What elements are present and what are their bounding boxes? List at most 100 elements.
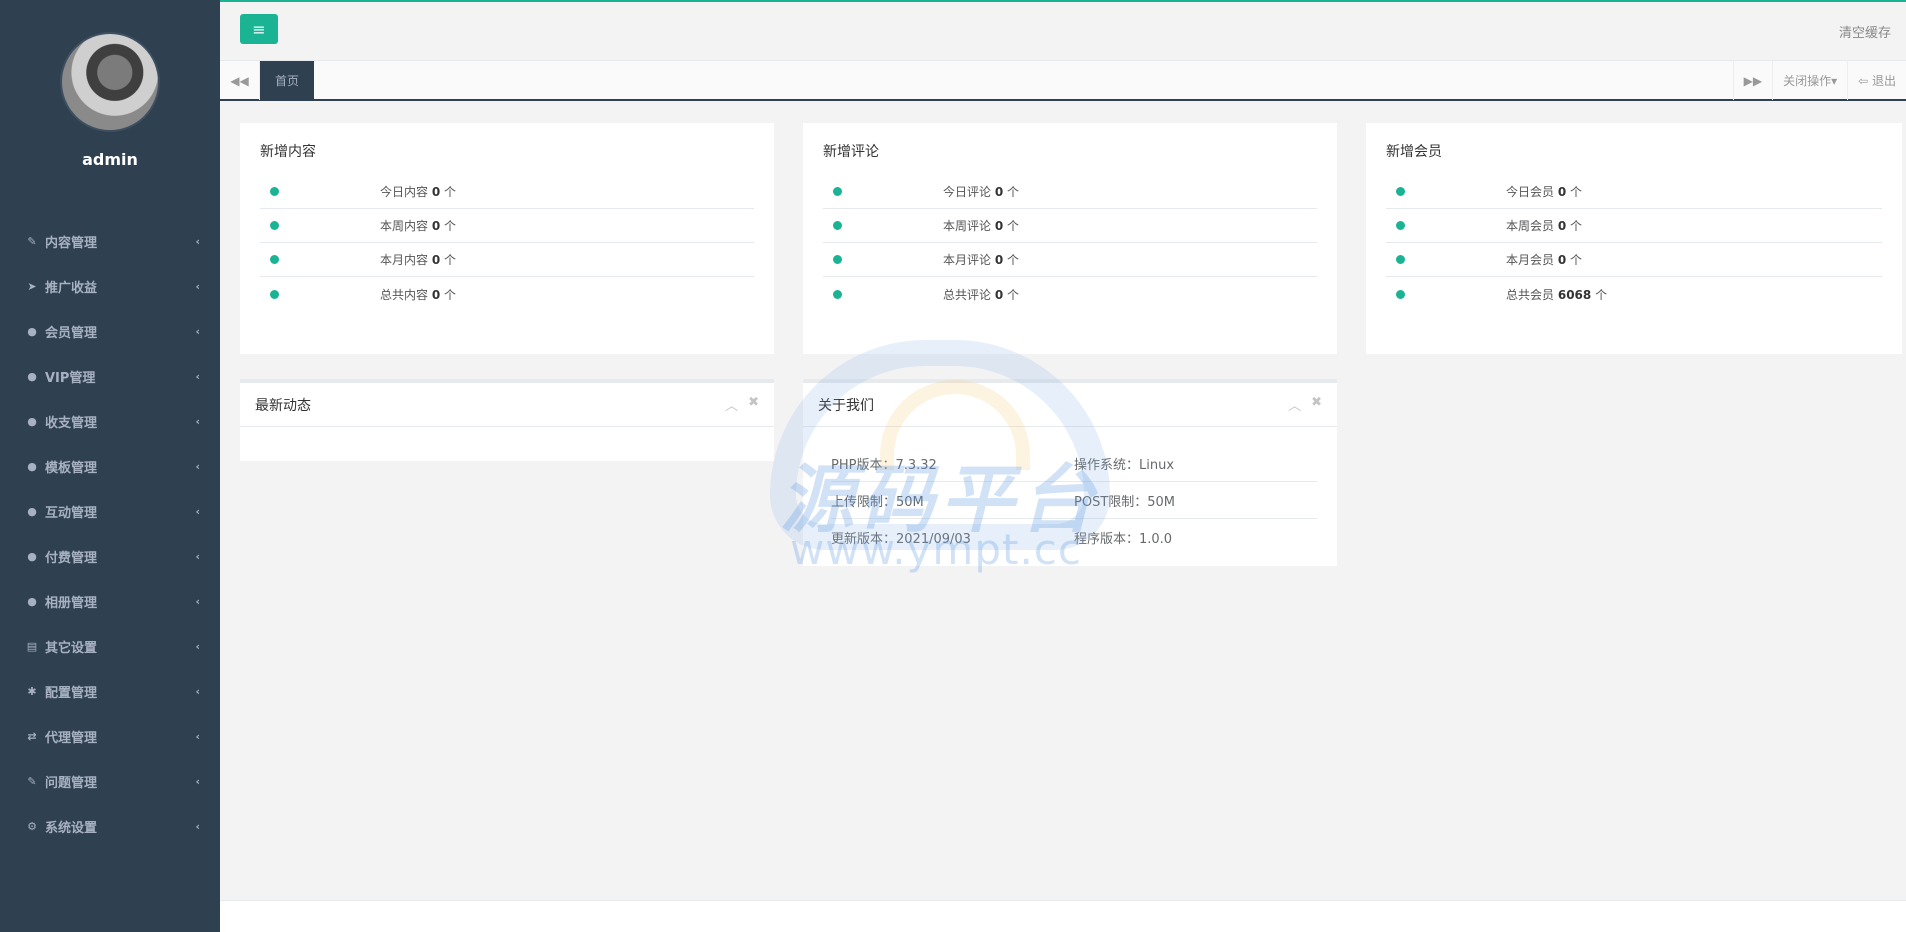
status-dot-icon: [270, 289, 279, 299]
chevron-left-icon: ‹: [195, 370, 200, 383]
clear-cache-link[interactable]: 清空缓存: [1839, 22, 1891, 41]
stat-row: 本周内容 0 个: [260, 209, 754, 243]
sidebar-item-label: 内容管理: [45, 236, 98, 251]
stat-label: 总共会员: [1506, 287, 1555, 302]
stat-label: 本周内容: [380, 219, 429, 233]
stat-value: 0: [1557, 219, 1567, 233]
chevron-left-icon: ‹: [195, 640, 200, 653]
edit-icon: ✎: [27, 235, 37, 248]
edit-icon: ✎: [27, 775, 37, 788]
stat-unit: 个: [444, 185, 457, 199]
about-panel-header: 关于我们 ︿ ✖: [803, 383, 1337, 427]
activity-panel-body: [240, 427, 774, 461]
stat-box-title: 新增会员: [1386, 144, 1442, 160]
stat-text: 总共内容 0 个: [380, 286, 456, 303]
status-dot-icon: [270, 221, 279, 230]
stat-text: 今日内容 0 个: [380, 183, 456, 200]
stat-value: 0: [994, 185, 1004, 199]
sidebar-item-label: 模板管理: [45, 461, 98, 476]
user-icon: ●: [27, 460, 37, 473]
chevron-up-icon[interactable]: ︿: [1288, 395, 1301, 414]
sidebar-item-0[interactable]: ✎ 内容管理 ‹: [0, 219, 220, 264]
stat-text: 本周评论 0 个: [943, 217, 1019, 234]
about-info-left: 上传限制：50M: [831, 494, 924, 510]
tab-scroll-left-button[interactable]: ◀◀: [220, 61, 260, 100]
sidebar-item-label: VIP管理: [45, 371, 96, 386]
sidebar-item-1[interactable]: ➤ 推广收益 ‹: [0, 264, 220, 309]
stat-row: 今日内容 0 个: [260, 175, 754, 209]
stat-unit: 个: [1595, 287, 1608, 302]
about-info-left: PHP版本：7.3.32: [831, 457, 937, 473]
footer: [220, 900, 1906, 932]
profile: admin: [0, 0, 220, 169]
stat-value: 6068: [1557, 287, 1592, 302]
status-dot-icon: [1396, 221, 1405, 230]
stat-label: 今日内容: [380, 185, 429, 199]
tab-home[interactable]: 首页: [260, 61, 315, 100]
sidebar-item-label: 互动管理: [45, 506, 98, 521]
stat-unit: 个: [1007, 219, 1020, 233]
sidebar-item-10[interactable]: ✱ 配置管理 ‹: [0, 669, 220, 714]
chevron-up-icon[interactable]: ︿: [725, 395, 738, 414]
stat-box-1: 新增评论 今日评论 0 个本周评论 0 个本月评论 0 个总共评论 0 个: [803, 123, 1337, 354]
user-icon: ●: [27, 370, 37, 383]
close-icon[interactable]: ✖: [1311, 395, 1322, 414]
status-dot-icon: [833, 187, 842, 196]
profile-username[interactable]: admin: [0, 150, 220, 169]
menu-toggle-button[interactable]: ≡: [240, 14, 278, 44]
stat-unit: 个: [1570, 185, 1583, 199]
top-bar: ≡ 清空缓存: [220, 0, 1906, 60]
stat-label: 今日评论: [943, 185, 992, 199]
logout-button[interactable]: ⇦ 退出: [1847, 61, 1906, 100]
avatar[interactable]: [60, 32, 160, 132]
stat-unit: 个: [444, 287, 457, 302]
stat-label: 本月评论: [943, 253, 992, 267]
sidebar-item-9[interactable]: ▤ 其它设置 ‹: [0, 624, 220, 669]
sidebar-item-label: 配置管理: [45, 686, 98, 701]
stat-text: 本月会员 0 个: [1506, 251, 1582, 268]
sidebar-item-6[interactable]: ● 互动管理 ‹: [0, 489, 220, 534]
close-operations-dropdown[interactable]: 关闭操作▾: [1772, 61, 1847, 100]
stat-row: 本月评论 0 个: [823, 243, 1317, 277]
sidebar-item-3[interactable]: ● VIP管理 ‹: [0, 354, 220, 399]
sidebar-item-12[interactable]: ✎ 问题管理 ‹: [0, 759, 220, 804]
status-dot-icon: [833, 221, 842, 230]
stat-unit: 个: [1570, 219, 1583, 233]
status-dot-icon: [270, 187, 279, 196]
backward-icon: ◀◀: [230, 73, 249, 88]
stat-row: 本月内容 0 个: [260, 243, 754, 277]
about-row: PHP版本：7.3.32 操作系统：Linux: [831, 445, 1317, 482]
chevron-left-icon: ‹: [195, 415, 200, 428]
chevron-left-icon: ‹: [195, 595, 200, 608]
sidebar-item-4[interactable]: ● 收支管理 ‹: [0, 399, 220, 444]
forward-icon: ▶▶: [1743, 73, 1763, 88]
about-panel-title: 关于我们: [818, 397, 874, 414]
stat-label: 今日会员: [1506, 185, 1555, 199]
sidebar-item-8[interactable]: ● 相册管理 ‹: [0, 579, 220, 624]
sidebar-item-5[interactable]: ● 模板管理 ‹: [0, 444, 220, 489]
stat-unit: 个: [444, 219, 457, 233]
chevron-left-icon: ‹: [195, 730, 200, 743]
stat-label: 本周会员: [1506, 219, 1555, 233]
sidebar-item-13[interactable]: ⚙ 系统设置 ‹: [0, 804, 220, 849]
chevron-left-icon: ‹: [195, 325, 200, 338]
sidebar-item-label: 收支管理: [45, 416, 98, 431]
stat-value: 0: [994, 253, 1004, 267]
stat-label: 本周评论: [943, 219, 992, 233]
tab-scroll-right-button[interactable]: ▶▶: [1732, 61, 1772, 100]
chevron-left-icon: ‹: [195, 460, 200, 473]
sidebar-item-7[interactable]: ● 付费管理 ‹: [0, 534, 220, 579]
tab-bar: ◀◀ 首页 ▶▶ 关闭操作▾ ⇦ 退出: [220, 60, 1906, 101]
chevron-left-icon: ‹: [195, 505, 200, 518]
sidebar-nav: ✎ 内容管理 ‹ ➤ 推广收益 ‹ ● 会员管理 ‹ ● VIP管理 ‹ ● 收支管理 ‹ ● 模板管理 ‹ ● 互动…: [0, 219, 220, 849]
close-icon[interactable]: ✖: [748, 395, 759, 414]
stat-value: 0: [1557, 185, 1567, 199]
sidebar-item-11[interactable]: ⇄ 代理管理 ‹: [0, 714, 220, 759]
about-panel-body: PHP版本：7.3.32 操作系统：Linux 上传限制：50M POST限制：50M…: [803, 427, 1337, 566]
book-icon: ▤: [26, 640, 38, 653]
about-info-right: 操作系统：Linux: [1074, 457, 1175, 473]
chevron-left-icon: ‹: [195, 775, 200, 788]
about-row: 更新版本：2021/09/03 程序版本：1.0.0: [831, 519, 1317, 556]
stat-text: 今日会员 0 个: [1506, 183, 1582, 200]
sidebar-item-2[interactable]: ● 会员管理 ‹: [0, 309, 220, 354]
